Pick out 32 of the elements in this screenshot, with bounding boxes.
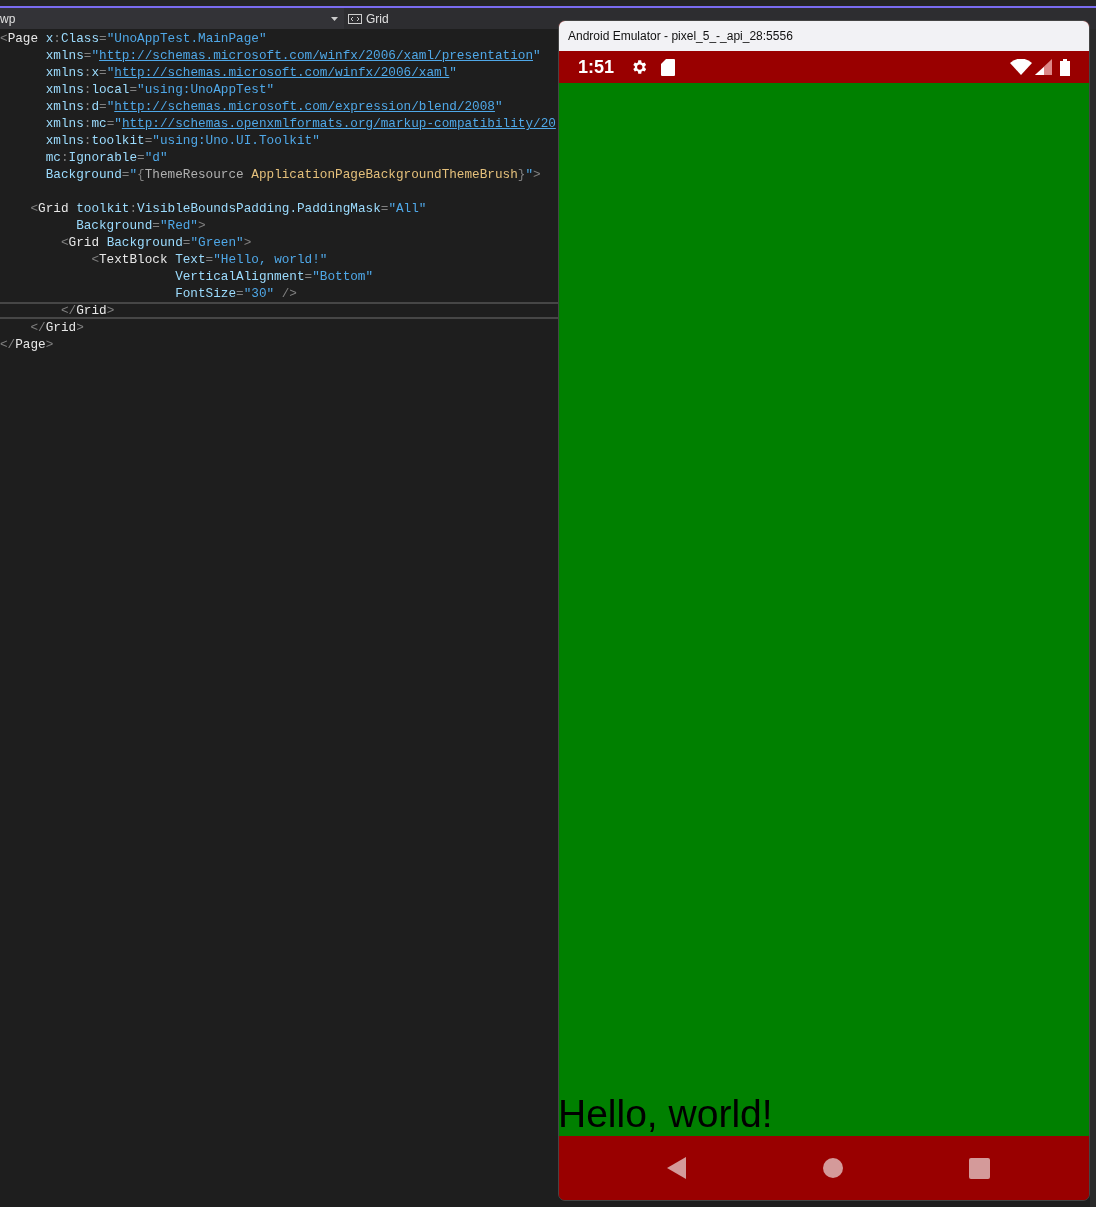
- signal-icon: [1035, 59, 1052, 75]
- code-line: xmlns:x="http://schemas.microsoft.com/winfx/2006/xaml": [45, 65, 457, 80]
- code-line: xmlns:local="using:UnoAppTest": [45, 82, 275, 97]
- code-line: </Grid>: [60, 304, 115, 317]
- code-line: mc:Ignorable="d": [45, 150, 168, 165]
- code-line: VerticalAlignment="Bottom": [175, 269, 374, 284]
- code-line: </Grid>: [30, 320, 84, 335]
- sd-card-icon: [661, 58, 676, 76]
- code-line: Background="Red">: [76, 218, 206, 233]
- recents-icon: [969, 1157, 990, 1179]
- code-line: </Page>: [0, 337, 54, 352]
- code-line: <Grid toolkit:VisibleBoundsPadding.PaddingMask="All": [30, 201, 427, 216]
- wifi-icon: [1010, 59, 1032, 75]
- caret-icon: [331, 16, 338, 21]
- code-line: Background="{ThemeResource ApplicationPageBackgroundThemeBrush}">: [45, 167, 541, 182]
- battery-icon: [1060, 58, 1070, 76]
- code-line: <TextBlock Text="Hello, world!": [91, 252, 328, 267]
- element-icon: [348, 13, 362, 24]
- clock: 1:51: [578, 55, 615, 79]
- code-line: <Page x:Class="UnoAppTest.MainPage": [0, 31, 267, 46]
- window-title: Android Emulator - pixel_5_-_api_28:5556: [568, 28, 793, 45]
- code-line: xmlns:mc="http://schemas.openxmlformats.org/markup-compatibility/20: [45, 116, 556, 131]
- element-dropdown[interactable]: Grid: [348, 8, 389, 29]
- code-line: xmlns="http://schemas.microsoft.com/winfx/2006/xaml/presentation": [45, 48, 541, 63]
- code-line: xmlns:d="http://schemas.microsoft.com/expression/blend/2008": [45, 99, 503, 114]
- home-icon: [823, 1158, 843, 1178]
- code-line: <Grid Background="Green">: [60, 235, 252, 250]
- scope-dropdown[interactable]: wp: [0, 8, 344, 29]
- back-icon: [667, 1157, 687, 1179]
- code-line: FontSize="30" />: [175, 286, 297, 301]
- code-line: xmlns:toolkit="using:Uno.UI.Toolkit": [45, 133, 320, 148]
- hello-text: Hello, world!: [559, 1091, 773, 1136]
